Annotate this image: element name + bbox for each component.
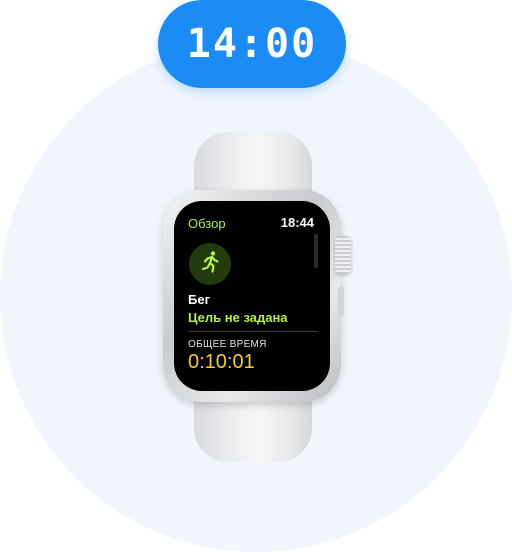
side-button[interactable]: [338, 286, 344, 316]
activity-icon-badge: [189, 243, 231, 285]
time-badge-label: 14:00: [186, 21, 318, 67]
watch-screen: Обзор 18:44 Бег Цель не задана ОБЩЕЕ ВРЕ…: [174, 201, 330, 391]
metric-label: ОБЩЕЕ ВРЕМЯ: [188, 339, 267, 350]
status-time: 18:44: [280, 215, 314, 230]
metric-value: 0:10:01: [188, 351, 255, 373]
back-title[interactable]: Обзор: [188, 216, 226, 231]
digital-crown[interactable]: [335, 236, 351, 274]
running-figure-icon: [198, 250, 222, 279]
time-badge: 14:00: [158, 0, 346, 88]
activity-goal[interactable]: Цель не задана: [188, 310, 288, 325]
divider: [188, 331, 318, 332]
activity-name: Бег: [188, 292, 210, 307]
scroll-indicator: [314, 234, 318, 268]
